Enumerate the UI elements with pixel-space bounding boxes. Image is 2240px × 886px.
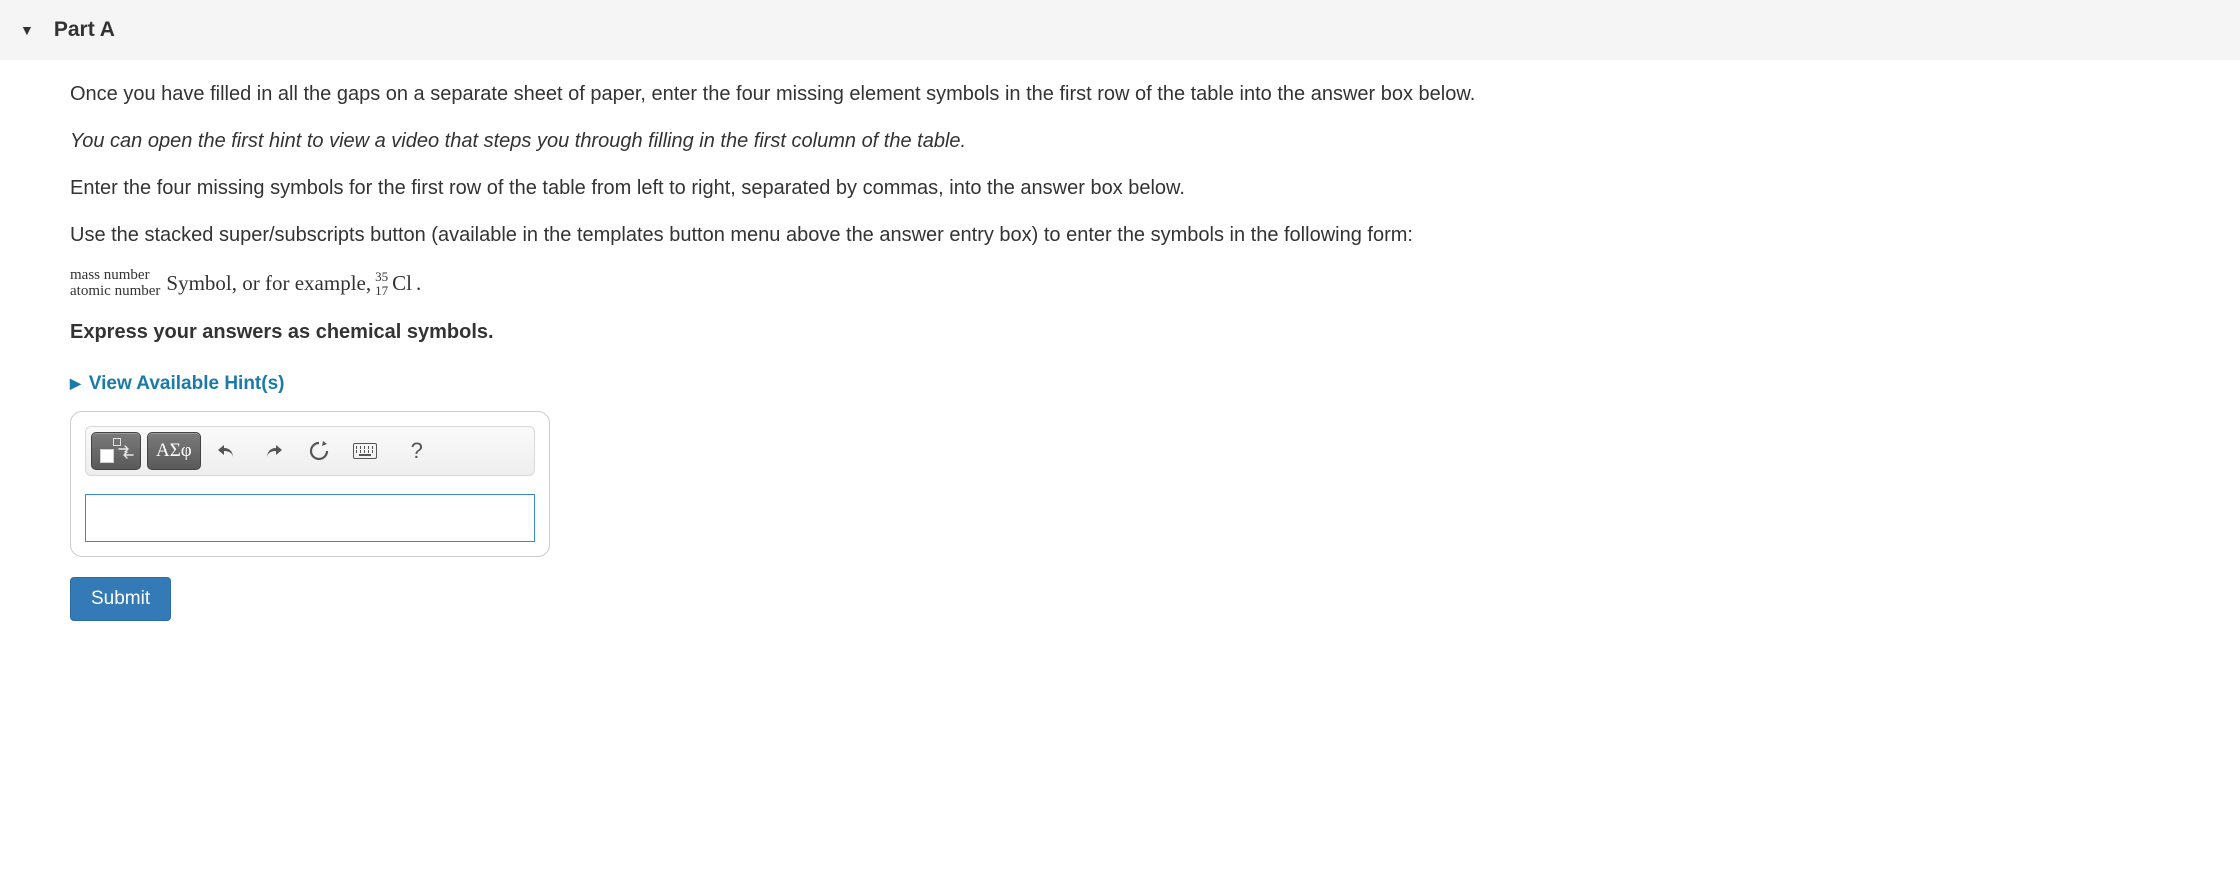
- answer-toolbar: ΑΣφ ?: [85, 426, 535, 476]
- instruction-paragraph: Enter the four missing symbols for the f…: [70, 174, 2180, 203]
- view-hints-button[interactable]: ▶ View Available Hint(s): [70, 373, 284, 395]
- answer-panel: ΑΣφ ?: [70, 411, 550, 557]
- notation-example-numbers: 35 17: [375, 270, 388, 297]
- reset-button[interactable]: [299, 432, 339, 470]
- collapse-caret-icon: ▼: [20, 22, 34, 38]
- example-mass-number: 35: [375, 270, 388, 284]
- answer-input[interactable]: [85, 494, 535, 542]
- redo-icon: [262, 441, 284, 461]
- help-label: ?: [411, 438, 423, 464]
- submit-label: Submit: [91, 588, 150, 609]
- help-button[interactable]: ?: [397, 432, 437, 470]
- example-element-symbol: Cl: [392, 271, 412, 296]
- notation-middle-text: Symbol, or for example,: [166, 271, 371, 296]
- greek-letters-button[interactable]: ΑΣφ: [147, 432, 201, 470]
- notation-period: .: [416, 271, 421, 296]
- hints-label: View Available Hint(s): [89, 373, 285, 395]
- greek-letters-label: ΑΣφ: [156, 440, 192, 462]
- instruction-paragraph: Use the stacked super/subscripts button …: [70, 221, 2180, 250]
- part-header[interactable]: ▼ Part A: [0, 0, 2240, 60]
- notation-example: mass number atomic number Symbol, or for…: [70, 268, 2180, 300]
- example-atomic-number: 17: [375, 284, 388, 298]
- part-title: Part A: [54, 18, 115, 42]
- mass-number-label: mass number: [70, 268, 160, 284]
- keyboard-icon: [353, 443, 377, 459]
- keyboard-button[interactable]: [345, 432, 385, 470]
- reset-icon: [308, 440, 330, 462]
- templates-button[interactable]: [91, 432, 141, 470]
- undo-icon: [216, 441, 238, 461]
- submit-button[interactable]: Submit: [70, 577, 171, 621]
- undo-button[interactable]: [207, 432, 247, 470]
- instruction-paragraph: Once you have filled in all the gaps on …: [70, 80, 2180, 109]
- templates-icon: [100, 439, 132, 463]
- redo-button[interactable]: [253, 432, 293, 470]
- express-format: Express your answers as chemical symbols…: [70, 318, 2180, 347]
- instruction-hint-note: You can open the first hint to view a vi…: [70, 127, 2180, 156]
- atomic-number-label: atomic number: [70, 284, 160, 300]
- notation-stack-labels: mass number atomic number: [70, 268, 160, 300]
- expand-caret-icon: ▶: [70, 375, 81, 392]
- part-body: Once you have filled in all the gaps on …: [0, 80, 2200, 621]
